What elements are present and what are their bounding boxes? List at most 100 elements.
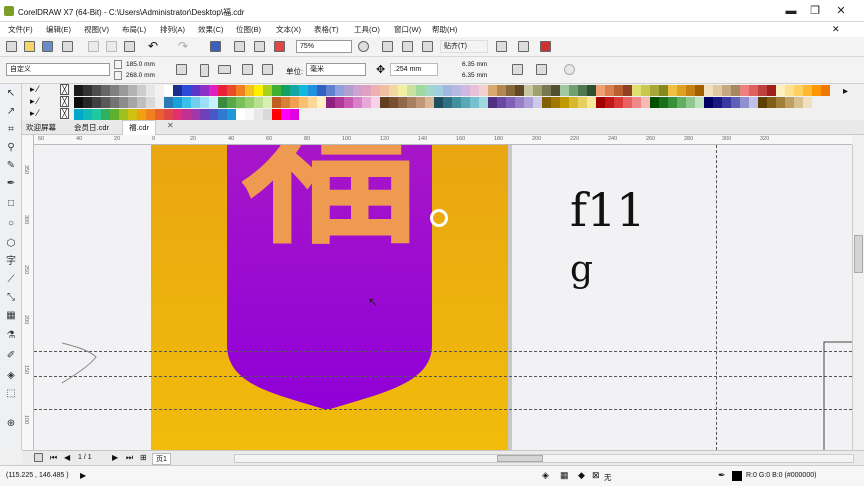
color-palette[interactable] (60, 84, 842, 120)
palette-swatch[interactable] (119, 85, 128, 96)
current-page-icon[interactable] (242, 64, 253, 75)
palette-swatch[interactable] (812, 85, 821, 96)
palette-swatch[interactable] (83, 109, 92, 120)
drawing-canvas[interactable]: 福 f11 g ↖ (34, 145, 852, 450)
palette-swatch[interactable] (254, 109, 263, 120)
palette-swatch[interactable] (632, 97, 641, 108)
palette-swatch[interactable] (236, 109, 245, 120)
undo-icon[interactable]: ↶ (148, 39, 158, 53)
zoom-tool-icon[interactable]: ⚲ (5, 142, 17, 154)
tab-fu-active[interactable]: 福.cdr (122, 120, 157, 135)
palette-swatch[interactable] (335, 85, 344, 96)
palette-swatch[interactable] (587, 97, 596, 108)
palette-swatch[interactable] (200, 85, 209, 96)
status-arrow-icon[interactable]: ▶ (80, 471, 86, 480)
close-button[interactable]: ✕ (832, 3, 850, 19)
page-height-field[interactable]: 268.0 mm (126, 71, 155, 80)
palette-swatch[interactable] (245, 85, 254, 96)
print-icon[interactable] (62, 41, 73, 52)
palette-swatch[interactable] (407, 85, 416, 96)
palette-swatch[interactable] (101, 97, 110, 108)
menu-text[interactable]: 文本(X) (276, 24, 301, 35)
guideline-h1[interactable] (34, 351, 852, 352)
palette-swatch[interactable] (425, 97, 434, 108)
palette-swatch[interactable] (398, 85, 407, 96)
nudge-distance-field[interactable]: .254 mm (390, 63, 438, 76)
palette-swatch[interactable] (335, 97, 344, 108)
palette-swatch[interactable] (290, 85, 299, 96)
palette-swatch[interactable] (272, 109, 281, 120)
palette-swatch[interactable] (425, 85, 434, 96)
add-tool-icon[interactable]: ⊕ (5, 418, 17, 430)
palette-swatch[interactable] (317, 97, 326, 108)
palette-swatch[interactable] (245, 97, 254, 108)
palette-swatch[interactable] (344, 97, 353, 108)
palette-swatch[interactable] (173, 97, 182, 108)
vertical-scroll-thumb[interactable] (854, 235, 863, 273)
text-g[interactable]: g (570, 249, 593, 290)
view-icon[interactable] (540, 41, 551, 52)
palette-swatch[interactable] (182, 97, 191, 108)
palette-swatch[interactable] (758, 97, 767, 108)
palette-swatch[interactable] (740, 97, 749, 108)
palette-swatch[interactable] (164, 109, 173, 120)
palette-swatch[interactable] (263, 85, 272, 96)
palette-swatch[interactable] (353, 85, 362, 96)
vertical-ruler[interactable]: 350 300 250 200 150 100 (22, 135, 34, 450)
page-width-field[interactable]: 185.0 mm (126, 60, 155, 69)
palette-swatch[interactable] (200, 97, 209, 108)
palette-swatch[interactable] (542, 97, 551, 108)
palette-swatch[interactable] (173, 85, 182, 96)
outline-color-swatch[interactable] (732, 471, 742, 481)
menu-bitmaps[interactable]: 位图(B) (236, 24, 261, 35)
landscape-icon[interactable] (218, 65, 231, 74)
palette-swatch[interactable] (308, 85, 317, 96)
palette-swatch[interactable] (623, 97, 632, 108)
palette-swatch[interactable] (731, 85, 740, 96)
palette-swatch[interactable] (731, 97, 740, 108)
palette-swatch[interactable] (155, 109, 164, 120)
palette-swatch[interactable] (605, 85, 614, 96)
palette-swatch[interactable] (650, 97, 659, 108)
palette-swatch[interactable] (497, 85, 506, 96)
outline-pen-icon[interactable]: ◆ (578, 470, 585, 481)
freehand-tool-icon[interactable]: ✎ (5, 160, 17, 172)
palette-swatch[interactable] (506, 85, 515, 96)
palette-swatch[interactable] (281, 109, 290, 120)
palette-swatch[interactable] (542, 85, 551, 96)
palette-swatch[interactable] (362, 85, 371, 96)
first-page-icon[interactable]: ⏮ (50, 453, 57, 463)
palette-swatch[interactable] (470, 85, 479, 96)
fu-character[interactable]: 福 (242, 145, 418, 285)
new-document-icon[interactable] (6, 41, 17, 52)
show-rulers-icon[interactable] (382, 41, 393, 52)
palette-swatch[interactable] (641, 97, 650, 108)
page-settings-icon[interactable] (34, 453, 43, 462)
vertical-scrollbar[interactable] (852, 145, 864, 450)
palette-controls[interactable]: ▸ ⁄ ▸ ⁄ ▸ ⁄ (28, 84, 58, 120)
palette-swatch[interactable] (596, 97, 605, 108)
palette-swatch[interactable] (578, 97, 587, 108)
search-content-icon[interactable] (210, 41, 221, 52)
palette-swatch[interactable] (722, 97, 731, 108)
guideline-h2[interactable] (34, 376, 852, 377)
palette-swatch[interactable] (434, 85, 443, 96)
units-for-duplicate-icon[interactable] (512, 64, 523, 75)
palette-swatch[interactable] (191, 109, 200, 120)
palette-swatch[interactable] (695, 97, 704, 108)
palette-swatch[interactable] (488, 85, 497, 96)
polygon-tool-icon[interactable]: ⬡ (5, 238, 17, 250)
palette-swatch[interactable] (659, 97, 668, 108)
palette-swatch[interactable] (209, 85, 218, 96)
palette-swatch[interactable] (677, 97, 686, 108)
full-screen-icon[interactable] (358, 41, 369, 52)
next-page-icon[interactable]: ▶ (112, 453, 118, 462)
menu-edit[interactable]: 编辑(E) (46, 24, 71, 35)
palette-swatch[interactable] (272, 97, 281, 108)
tab-member-day[interactable]: 会员日.cdr (74, 122, 109, 133)
last-page-icon[interactable]: ⏭ (126, 453, 133, 463)
menu-help[interactable]: 帮助(H) (432, 24, 457, 35)
palette-swatch[interactable] (164, 97, 173, 108)
connector-tool-icon[interactable]: ⤡ (5, 292, 17, 304)
export-icon[interactable] (254, 41, 265, 52)
